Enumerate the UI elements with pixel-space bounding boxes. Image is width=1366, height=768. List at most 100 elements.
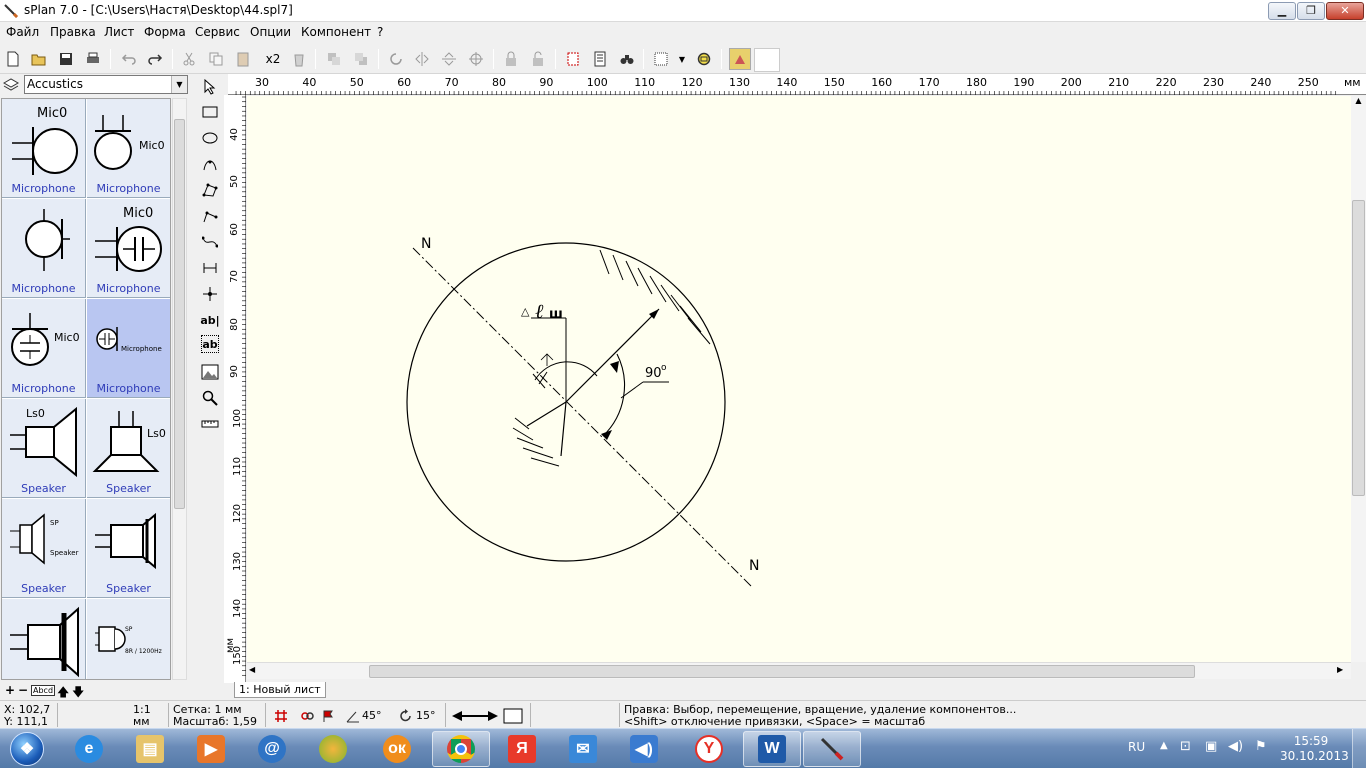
tray-flag-icon[interactable]: ⚑ [1255,739,1267,754]
word-icon[interactable]: W [743,731,801,767]
menu-file[interactable]: Файл [6,25,39,39]
ruler-icon[interactable] [199,413,221,435]
image-icon[interactable] [199,361,221,383]
component-speaker-4[interactable]: Speaker [87,499,170,598]
color-icon[interactable] [729,48,751,70]
melon-icon[interactable] [304,731,362,767]
menu-service[interactable]: Сервис [195,25,240,39]
ellipse-icon[interactable] [199,127,221,149]
scroll-thumb[interactable] [1352,200,1365,496]
menu-shape[interactable]: Форма [144,25,186,39]
angle-icon[interactable] [346,709,360,723]
library-scroll-thumb[interactable] [174,119,185,509]
rename-icon[interactable]: Abcd [31,685,56,696]
zoom-tool-icon[interactable] [199,387,221,409]
menu-sheet[interactable]: Лист [104,25,134,39]
drawing-canvas[interactable]: N N 90 o △ ℓ ш [247,96,1351,662]
restore-button[interactable]: ❐ [1297,2,1325,20]
redo-icon[interactable] [146,50,164,68]
mirror-h-icon[interactable] [413,50,431,68]
splan-icon[interactable] [803,731,861,767]
canvas-horizontal-scrollbar[interactable]: ◀ ▶ [247,662,1351,679]
canvas-vertical-scrollbar[interactable]: ▲ [1351,96,1366,662]
minimize-button[interactable]: ▁ [1268,2,1296,20]
yandex-icon[interactable]: Я [493,731,551,767]
axis-label-bottom[interactable]: N [749,558,759,574]
polyline-icon[interactable] [199,205,221,227]
scroll-left-icon[interactable]: ◀ [249,665,255,674]
axis-label-top[interactable]: N [421,236,431,252]
start-orb[interactable]: ❖ [0,731,54,767]
align-icon[interactable] [467,50,485,68]
scroll-thumb[interactable] [369,665,1195,678]
component-speaker-5[interactable] [2,599,86,679]
angle-label[interactable]: 90 [645,366,662,381]
line-style-icon[interactable] [452,710,498,722]
to-front-icon[interactable] [325,50,343,68]
component-mic-4[interactable]: Mic0 Microphone [87,199,170,298]
menu-component[interactable]: Компонент [301,25,371,39]
page-setup-icon[interactable] [564,50,582,68]
volume-app-icon[interactable]: ◀) [615,731,673,767]
remove-icon[interactable]: − [18,683,28,697]
bezier-icon[interactable] [199,153,221,175]
fill-style-icon[interactable] [503,708,523,724]
to-back-icon[interactable] [352,50,370,68]
library-scrollbar[interactable] [172,98,187,680]
component-mic-3[interactable]: Microphone [2,199,86,298]
close-button[interactable]: ✕ [1326,2,1364,20]
component-mic-1[interactable]: Mic0 Microphone [2,99,86,198]
unlock-icon[interactable] [529,50,547,68]
save-icon[interactable] [57,50,75,68]
sheet-tab[interactable]: 1: Новый лист [234,682,326,698]
lock-icon[interactable] [502,50,520,68]
component-speaker-2[interactable]: Ls0 Speaker [87,399,170,498]
copy-icon[interactable] [207,50,225,68]
show-desktop-button[interactable] [1352,729,1366,768]
tray-expand-icon[interactable]: ▲ [1160,740,1168,751]
library-select[interactable]: Accustics ▼ [24,75,188,94]
menu-edit[interactable]: Правка [50,25,96,39]
component-mic-5[interactable]: Mic0 Microphone [2,299,86,398]
component-mic-2[interactable]: Mic0 Microphone [87,99,170,198]
tray-volume-icon[interactable]: ◀) [1228,739,1243,754]
mail-icon[interactable]: ✉ [554,731,612,767]
menu-options[interactable]: Опции [250,25,291,39]
add-icon[interactable]: + [5,683,15,697]
snap-object-icon[interactable] [300,709,314,723]
odnoklassniki-icon[interactable]: ок [368,731,426,767]
grid-dropdown-icon[interactable]: ▼ [676,50,688,68]
find-icon[interactable] [618,50,636,68]
chrome-icon[interactable] [432,731,490,767]
chevron-down-icon[interactable]: ▼ [171,76,187,93]
component-speaker-3[interactable]: SP Speaker Speaker [2,499,86,598]
tray-device-icon[interactable]: ⊡ [1180,739,1191,754]
dimension-icon[interactable] [199,257,221,279]
color-swatch[interactable] [754,48,780,72]
properties-icon[interactable] [591,50,609,68]
mail-agent-icon[interactable]: @ [243,731,301,767]
menu-help[interactable]: ? [377,25,383,39]
angle-step-1[interactable]: 45° [362,709,382,722]
text-icon[interactable]: ab| [199,309,221,331]
tray-network-icon[interactable]: ▣ [1205,739,1217,754]
angle-step-2[interactable]: 15° [416,709,436,722]
library-book-icon[interactable] [3,77,19,93]
grid-icon[interactable] [652,50,670,68]
component-mic-6[interactable]: Microphone Microphone [87,299,170,398]
duplicate-icon[interactable]: x2 [262,50,284,68]
rectangle-icon[interactable] [199,101,221,123]
curve-icon[interactable] [199,231,221,253]
new-icon[interactable] [4,50,22,68]
polygon-icon[interactable] [199,179,221,201]
yandex-browser-icon[interactable]: Y [680,731,738,767]
pointer-icon[interactable] [199,76,221,98]
undo-icon[interactable] [120,50,138,68]
media-icon[interactable]: ▶ [182,731,240,767]
rotate-step-icon[interactable] [399,709,413,723]
ie-icon[interactable]: e [60,731,118,767]
textbox-icon[interactable]: ab [201,335,219,353]
direction-line[interactable] [565,308,660,403]
component-buzzer[interactable]: SP 8R / 1200Hz [87,599,170,679]
clock[interactable]: 15:59 30.10.2013 [1280,734,1349,764]
